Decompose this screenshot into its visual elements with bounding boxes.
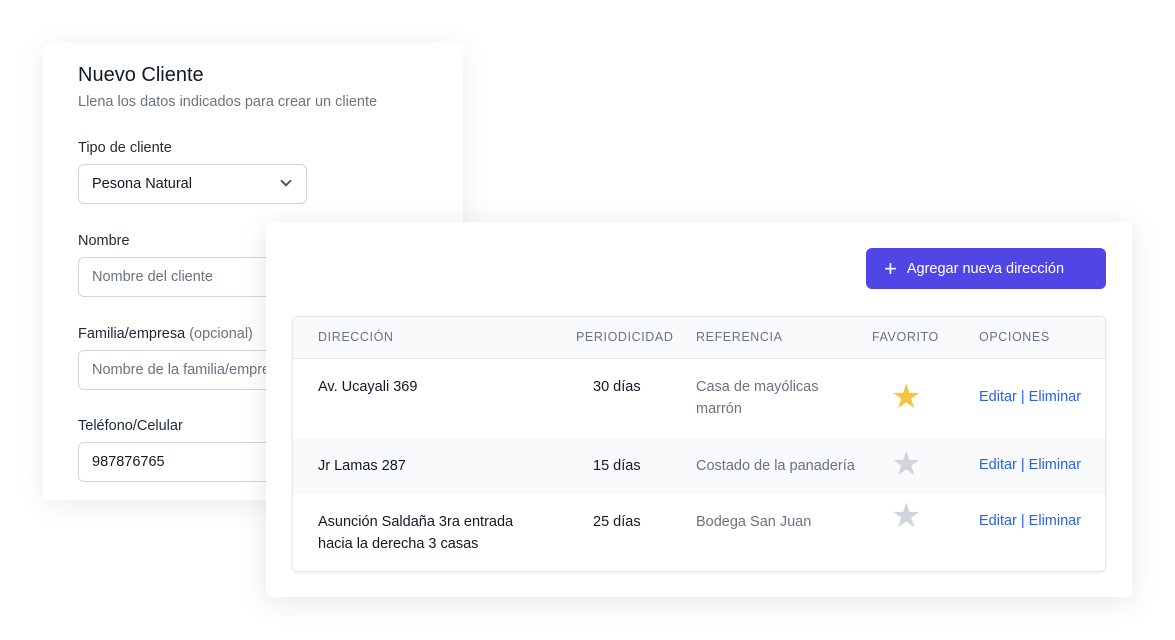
header-favorito: FAVORITO (872, 330, 939, 344)
nombre-label: Nombre (78, 233, 130, 249)
optional-tag: (opcional) (189, 326, 253, 342)
star-filled-icon[interactable]: ★ (891, 380, 921, 414)
tipo-select[interactable]: Pesona Natural (78, 164, 307, 204)
edit-link[interactable]: Editar (979, 457, 1017, 473)
referencia-cell: Costado de la panadería (696, 458, 855, 474)
addresses-table: DIRECCIÓN PERIODICIDAD REFERENCIA FAVORI… (292, 316, 1106, 572)
referencia-cell: Casa de mayólicas marrón (696, 379, 819, 417)
table-row: Asunción Saldaña 3ra entrada hacia la de… (293, 494, 1105, 571)
table-header: DIRECCIÓN PERIODICIDAD REFERENCIA FAVORI… (293, 317, 1105, 359)
direccion-cell: Asunción Saldaña 3ra entrada hacia la de… (318, 514, 514, 552)
header-opciones: OPCIONES (979, 330, 1050, 344)
options-cell: Editar | Eliminar (979, 513, 1081, 529)
delete-link[interactable]: Eliminar (1029, 457, 1081, 473)
star-empty-icon[interactable]: ★ (891, 447, 921, 481)
addresses-card: + Agregar nueva dirección DIRECCIÓN PERIO… (266, 222, 1132, 597)
header-direccion: DIRECCIÓN (318, 330, 394, 344)
periodicidad-cell: 15 días (593, 458, 641, 474)
familia-label: Familia/empresa (opcional) (78, 326, 253, 342)
options-cell: Editar | Eliminar (979, 457, 1081, 473)
add-address-label: Agregar nueva dirección (906, 260, 1065, 277)
separator: | (1020, 389, 1025, 405)
delete-link[interactable]: Eliminar (1029, 513, 1081, 529)
chevron-down-icon (280, 175, 292, 187)
options-cell: Editar | Eliminar (979, 389, 1081, 405)
separator: | (1020, 513, 1025, 529)
direccion-cell: Av. Ucayali 369 (318, 379, 418, 395)
periodicidad-cell: 30 días (593, 379, 641, 395)
form-subtitle: Llena los datos indicados para crear un … (78, 94, 378, 110)
table-row: Jr Lamas 287 15 días Costado de la panad… (293, 438, 1105, 494)
edit-link[interactable]: Editar (979, 389, 1017, 405)
periodicidad-cell: 25 días (593, 514, 641, 530)
header-periodicidad: PERIODICIDAD (576, 330, 674, 344)
tipo-value: Pesona Natural (92, 176, 192, 192)
tipo-label: Tipo de cliente (78, 140, 172, 156)
separator: | (1020, 457, 1025, 473)
telefono-label: Teléfono/Celular (78, 418, 183, 434)
edit-link[interactable]: Editar (979, 513, 1017, 529)
plus-icon: + (884, 255, 897, 281)
star-empty-icon[interactable]: ★ (891, 499, 921, 533)
direccion-cell: Jr Lamas 287 (318, 458, 406, 474)
form-title: Nuevo Cliente (78, 64, 204, 86)
header-referencia: REFERENCIA (696, 330, 783, 344)
table-row: Av. Ucayali 369 30 días Casa de mayólica… (293, 359, 1105, 438)
familia-label-text: Familia/empresa (78, 326, 186, 342)
referencia-cell: Bodega San Juan (696, 514, 812, 530)
add-address-button[interactable]: + Agregar nueva dirección (866, 248, 1106, 289)
delete-link[interactable]: Eliminar (1029, 389, 1081, 405)
